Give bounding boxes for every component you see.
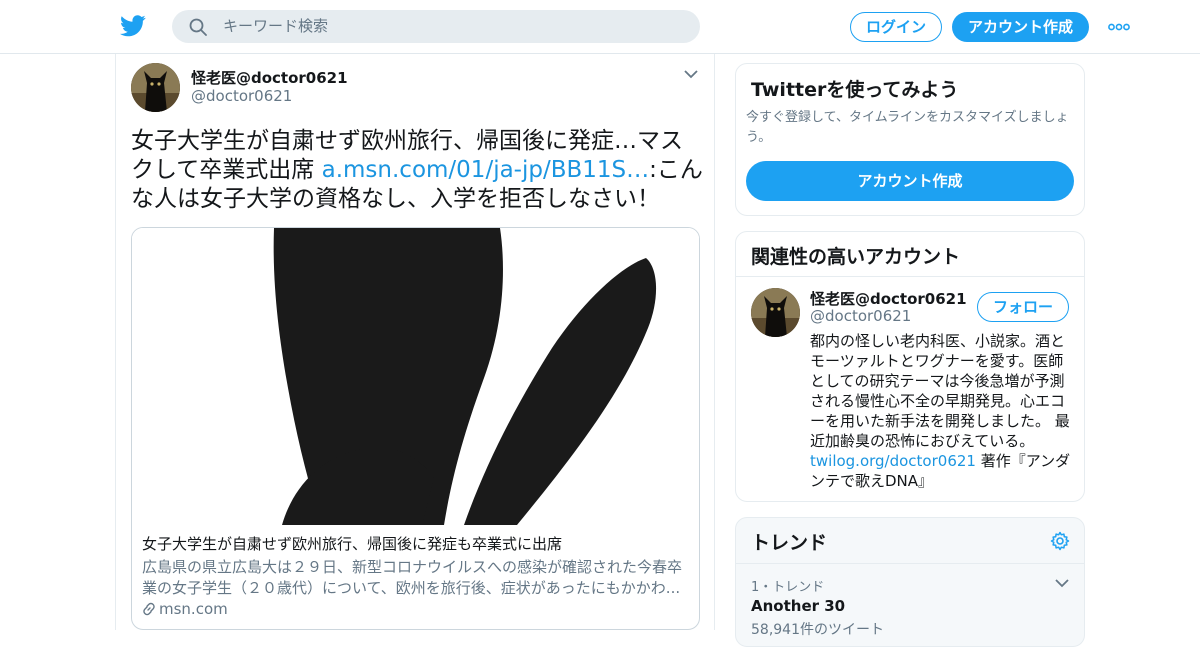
- bio-text: 都内の怪しい老内科医、小説家。酒とモーツァルトとワグナーを愛す。医師としての研究…: [810, 332, 1070, 450]
- gear-icon[interactable]: [1050, 531, 1070, 551]
- card-domain: msn.com: [142, 600, 228, 618]
- search-placeholder[interactable]: キーワード検索: [223, 17, 328, 36]
- related-panel-title: 関連性の高いアカウント: [751, 246, 961, 268]
- card-title[interactable]: 女子大学生が自粛せず欧州旅行、帰国後に発症も卒業式に出席: [142, 534, 562, 554]
- msn-logo-image: [132, 228, 699, 525]
- card-image[interactable]: [132, 228, 699, 525]
- signup-panel: Twitterを使ってみよう 今すぐ登録して、タイムラインをカスタマイズしましょ…: [735, 63, 1085, 216]
- cat-photo-icon: [131, 63, 180, 112]
- author-avatar[interactable]: [131, 63, 180, 112]
- top-navigation-bar: キーワード検索 ログイン アカウント作成: [0, 0, 1200, 54]
- related-accounts-panel: 関連性の高いアカウント 怪老医@doctor0621 @doctor0621 フ…: [735, 231, 1085, 502]
- link-preview-card[interactable]: 女子大学生が自粛せず欧州旅行、帰国後に発症も卒業式に出席 広島県の県立広島大は２…: [131, 227, 700, 630]
- related-account-name[interactable]: 怪老医@doctor0621: [810, 288, 967, 309]
- related-account-handle[interactable]: @doctor0621: [810, 307, 911, 325]
- search-bar[interactable]: キーワード検索: [172, 10, 700, 43]
- author-name[interactable]: 怪老医@doctor0621: [191, 67, 348, 88]
- tweet-text: 女子大学生が自粛せず欧州旅行、帰国後に発症…マスクして卒業式出席 a.msn.c…: [131, 127, 703, 214]
- link-icon: [143, 602, 155, 616]
- bio-link[interactable]: twilog.org/doctor0621: [810, 452, 976, 470]
- author-handle[interactable]: @doctor0621: [191, 87, 292, 105]
- tweet-detail: 怪老医@doctor0621 @doctor0621 女子大学生が自粛せず欧州旅…: [115, 54, 715, 630]
- chevron-down-icon[interactable]: [684, 69, 698, 79]
- create-account-button[interactable]: アカウント作成: [746, 161, 1074, 201]
- trend-topic[interactable]: Another 30: [751, 597, 845, 615]
- card-domain-label: msn.com: [159, 600, 228, 618]
- tweet-link[interactable]: a.msn.com/01/ja-jp/BB11S…: [322, 157, 650, 183]
- related-account-bio: 都内の怪しい老内科医、小説家。酒とモーツァルトとワグナーを愛す。医師としての研究…: [810, 331, 1072, 491]
- divider: [736, 563, 1084, 564]
- cat-photo-icon: [751, 288, 800, 337]
- signup-button[interactable]: アカウント作成: [952, 12, 1089, 42]
- login-button[interactable]: ログイン: [850, 12, 942, 42]
- follow-button[interactable]: フォロー: [977, 292, 1069, 322]
- divider: [736, 276, 1084, 277]
- more-options-icon[interactable]: [1108, 23, 1130, 31]
- trends-panel: トレンド 1・トレンド Another 30 58,941件のツイート: [735, 517, 1085, 647]
- trends-title: トレンド: [751, 532, 828, 554]
- twitter-bird-icon[interactable]: [120, 14, 146, 38]
- chevron-down-icon[interactable]: [1055, 578, 1069, 588]
- trend-meta: 1・トレンド: [751, 580, 825, 595]
- trend-tweet-count: 58,941件のツイート: [751, 622, 884, 638]
- signup-panel-subtitle: 今すぐ登録して、タイムラインをカスタマイズしましょう。: [746, 110, 1069, 145]
- signup-panel-title: Twitterを使ってみよう: [751, 79, 959, 101]
- card-description: 広島県の県立広島大は２９日、新型コロナウイルスへの感染が確認された今春卒業の女子…: [142, 558, 683, 597]
- related-account-avatar[interactable]: [751, 288, 800, 337]
- search-icon: [189, 18, 207, 36]
